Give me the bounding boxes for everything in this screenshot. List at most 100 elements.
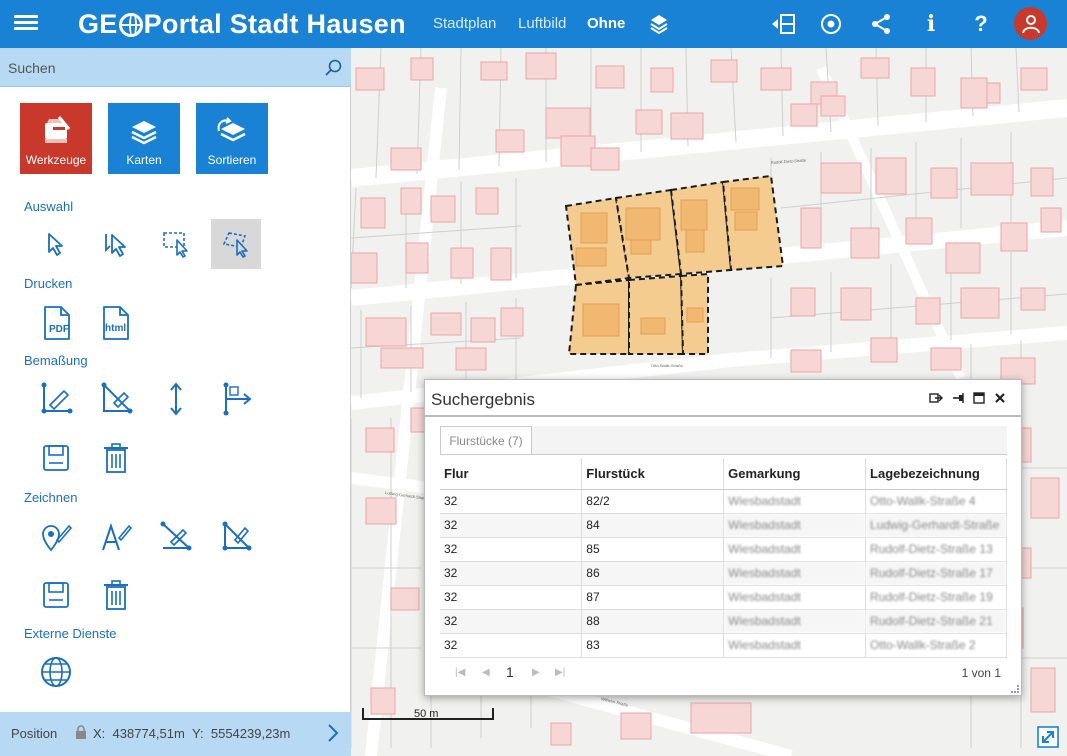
cell-flur: 32	[440, 513, 583, 538]
delete-measure-icon[interactable]	[91, 433, 141, 483]
werkzeuge-button[interactable]: Werkzeuge	[20, 103, 92, 174]
tab-ohne[interactable]: Ohne	[587, 15, 625, 32]
page-count: 1 von 1	[961, 666, 1001, 680]
cell-lagebezeichnung: Rudolf-Dietz-Straße 21	[865, 609, 1007, 634]
chevron-right-icon[interactable]	[327, 723, 339, 746]
top-bar: GE Portal Stadt Hausen Stadtplan Luftbil…	[0, 0, 1067, 48]
svg-text:html: html	[105, 323, 126, 334]
draw-polygon-icon[interactable]	[211, 512, 261, 562]
position-bar: Position X: 438774,51m Y: 5554239,23m	[0, 712, 351, 756]
cell-flur: 32	[440, 585, 583, 610]
cell-lagebezeichnung: Rudolf-Dietz-Straße 19	[865, 585, 1007, 610]
position-label: Position	[11, 726, 58, 741]
pdf-print-icon[interactable]: PDF	[31, 298, 81, 348]
table-row[interactable]: 32 88 Wiesbadstadt Rudolf-Dietz-Straße 21	[440, 609, 1007, 634]
hamburger-menu-icon[interactable]	[14, 12, 38, 36]
save-drawing-icon[interactable]	[31, 570, 81, 620]
column-header-lagebezeichnung[interactable]: Lagebezeichnung	[865, 458, 1007, 490]
expand-map-icon[interactable]	[1037, 726, 1059, 748]
results-table: Flur Flurstück Gemarkung Lagebezeichnung…	[440, 458, 1007, 658]
pin-icon[interactable]	[950, 390, 966, 406]
x-value: 438774,51m	[112, 726, 185, 741]
panel-toggle-icon[interactable]	[769, 10, 797, 38]
resize-handle[interactable]	[1011, 685, 1019, 693]
column-header-flur[interactable]: Flur	[440, 458, 583, 490]
tab-luftbild[interactable]: Luftbild	[518, 15, 566, 32]
draw-line-icon[interactable]	[151, 512, 201, 562]
info-icon[interactable]: i	[917, 10, 945, 38]
globe-icon[interactable]	[31, 647, 81, 697]
layers-stack-icon[interactable]	[645, 10, 673, 38]
werkzeuge-label: Werkzeuge	[25, 153, 87, 167]
cell-lagebezeichnung: Otto-Wallk-Straße 4	[865, 489, 1007, 514]
cell-flurstueck: 83	[581, 633, 725, 658]
table-header-row: Flur Flurstück Gemarkung Lagebezeichnung	[440, 458, 1007, 490]
cell-gemarkung: Wiesbadstadt	[723, 537, 867, 562]
logo-title: Portal Stadt Hausen	[143, 9, 406, 39]
tab-flurstuecke[interactable]: Flurstücke (7)	[440, 426, 532, 454]
svg-text:PDF: PDF	[49, 324, 69, 335]
karten-button[interactable]: Karten	[108, 103, 180, 174]
share-icon[interactable]	[867, 10, 895, 38]
table-row[interactable]: 32 86 Wiesbadstadt Rudolf-Dietz-Straße 17	[440, 561, 1007, 586]
cell-gemarkung: Wiesbadstadt	[723, 513, 867, 538]
multi-select-icon[interactable]	[91, 219, 141, 269]
cell-flurstueck: 85	[581, 537, 725, 562]
section-drucken: Drucken	[24, 276, 73, 291]
dialog-title: Suchergebnis	[431, 390, 535, 409]
cell-flurstueck: 87	[581, 585, 725, 610]
close-icon[interactable]	[992, 390, 1008, 406]
tab-underline	[440, 454, 1007, 455]
html-print-icon[interactable]: html	[91, 298, 141, 348]
cell-gemarkung: Wiesbadstadt	[723, 585, 867, 610]
draw-point-icon[interactable]	[31, 512, 81, 562]
measure-area-icon[interactable]	[91, 374, 141, 424]
tab-stadtplan[interactable]: Stadtplan	[433, 15, 496, 32]
table-row[interactable]: 32 87 Wiesbadstadt Rudolf-Dietz-Straße 19	[440, 585, 1007, 610]
sort-layers-icon	[217, 117, 246, 142]
karten-label: Karten	[126, 153, 162, 167]
sortieren-label: Sortieren	[207, 153, 257, 167]
coordinate-readout: X: 438774,51m Y: 5554239,23m	[93, 726, 290, 741]
locate-target-icon[interactable]	[817, 10, 845, 38]
cell-flur: 32	[440, 537, 583, 562]
search-input[interactable]	[8, 58, 308, 78]
search-icon[interactable]	[323, 58, 343, 78]
cell-flurstueck: 86	[581, 561, 725, 586]
cell-flur: 32	[440, 609, 583, 634]
first-page-icon[interactable]: |◀	[455, 667, 465, 678]
column-header-flurstueck[interactable]: Flurstück	[581, 458, 725, 490]
table-row[interactable]: 32 83 Wiesbadstadt Otto-Wallk-Straße 2	[440, 633, 1007, 658]
export-icon[interactable]	[928, 390, 944, 406]
rectangle-select-icon[interactable]	[151, 219, 201, 269]
select-pointer-icon[interactable]	[31, 219, 81, 269]
search-results-dialog: Suchergebnis Flurstücke (7) Flur Flurstü…	[424, 379, 1022, 696]
measure-height-icon[interactable]	[151, 374, 201, 424]
lock-icon[interactable]	[75, 725, 87, 742]
measure-offset-icon[interactable]	[211, 374, 261, 424]
search-bar	[0, 48, 351, 87]
polygon-select-icon[interactable]	[211, 219, 261, 269]
maximize-icon[interactable]	[971, 390, 987, 406]
cell-flurstueck: 84	[581, 513, 725, 538]
cell-lagebezeichnung: Otto-Wallk-Straße 2	[865, 633, 1007, 658]
table-row[interactable]: 32 84 Wiesbadstadt Ludwig-Gerhardt-Straße	[440, 513, 1007, 538]
last-page-icon[interactable]: ▶|	[555, 667, 565, 678]
next-page-icon[interactable]: ▶	[532, 667, 540, 678]
save-measure-icon[interactable]	[31, 433, 81, 483]
cell-flurstueck: 88	[581, 609, 725, 634]
draw-text-icon[interactable]	[91, 512, 141, 562]
user-avatar-icon[interactable]	[1014, 7, 1047, 40]
table-row[interactable]: 32 85 Wiesbadstadt Rudolf-Dietz-Straße 13	[440, 537, 1007, 562]
prev-page-icon[interactable]: ◀	[482, 667, 490, 678]
column-header-gemarkung[interactable]: Gemarkung	[723, 458, 867, 490]
table-row[interactable]: 32 82/2 Wiesbadstadt Otto-Wallk-Straße 4	[440, 489, 1007, 514]
cell-gemarkung: Wiesbadstadt	[723, 561, 867, 586]
help-icon[interactable]: ?	[967, 10, 995, 38]
sortieren-button[interactable]: Sortieren	[196, 103, 268, 174]
cell-flur: 32	[440, 561, 583, 586]
delete-drawing-icon[interactable]	[91, 570, 141, 620]
y-label: Y:	[192, 726, 204, 741]
measure-line-icon[interactable]	[31, 374, 81, 424]
dialog-divider	[425, 415, 1021, 417]
